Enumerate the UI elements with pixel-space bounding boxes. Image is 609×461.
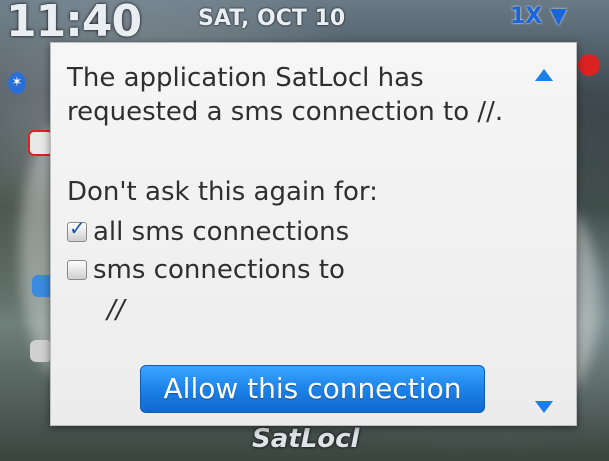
scroll-down-icon[interactable] [535, 401, 553, 413]
allow-connection-button[interactable]: Allow this connection [140, 365, 485, 413]
status-bar: 11:40 SAT, OCT 10 1X ▼ [0, 0, 609, 47]
option-sms-connections-to[interactable]: sms connections to [67, 255, 345, 285]
signal-icon: ▼ [549, 4, 567, 29]
bluetooth-icon: ✶ [8, 72, 26, 94]
date: SAT, OCT 10 [198, 6, 346, 31]
option-target: // [107, 295, 125, 325]
option-label: sms connections to [93, 255, 345, 285]
permission-dialog: The application SatLocl has requested a … [50, 42, 577, 426]
dont-ask-label: Don't ask this again for: [67, 177, 378, 207]
app-icon[interactable] [30, 340, 52, 362]
checkbox-unchecked-icon[interactable] [67, 260, 87, 280]
focused-app-label: SatLocl [252, 424, 360, 454]
network-type: 1X [510, 4, 543, 29]
option-label: all sms connections [93, 217, 350, 247]
network-indicator: 1X ▼ [510, 4, 567, 29]
option-all-sms-connections[interactable]: ✓ all sms connections [67, 216, 350, 247]
scroll-up-icon[interactable] [535, 69, 553, 81]
clock: 11:40 [6, 0, 142, 47]
app-icon[interactable] [578, 54, 600, 76]
checkbox-checked-icon[interactable]: ✓ [67, 216, 87, 242]
dialog-message: The application SatLocl has requested a … [67, 63, 504, 127]
